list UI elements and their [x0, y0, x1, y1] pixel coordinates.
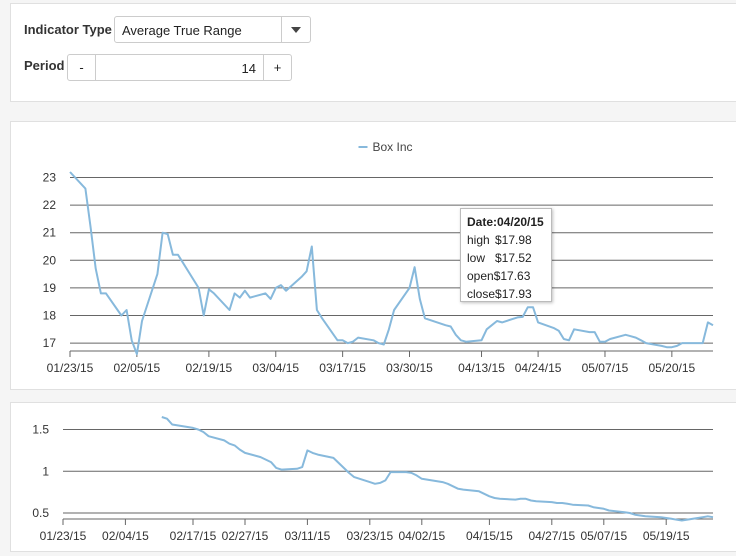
x-tick-label: 04/02/15 — [398, 529, 445, 543]
x-tick-label: 03/04/15 — [252, 361, 299, 375]
legend-label: Box Inc — [373, 140, 413, 154]
tooltip-low-row: low $17.52 — [467, 249, 545, 267]
x-tick-label: 05/20/15 — [648, 361, 695, 375]
indicator-controls-panel: Indicator Type Average True Range Period… — [10, 3, 736, 102]
tooltip-close-row: close$17.93 — [467, 285, 545, 303]
tooltip-low-label: low — [467, 251, 486, 265]
x-tick-label: 05/19/15 — [643, 529, 690, 543]
price-chart-panel: 17 18 19 20 21 22 23 01/23/15 02/05/15 02/19/15 03… — [10, 121, 736, 390]
y-tick-label: 22 — [43, 198, 57, 212]
tooltip-high-value: $17.98 — [495, 233, 532, 247]
data-tooltip: Date:04/20/15 high $17.98 low $17.52 open$… — [460, 208, 552, 302]
chevron-down-icon[interactable] — [281, 17, 310, 42]
x-tick-label: 02/27/15 — [222, 529, 269, 543]
y-tick-label: 1 — [42, 464, 49, 478]
indicator-type-select[interactable]: Average True Range — [114, 16, 311, 43]
indicator-chart-panel: 0.5 1 1.5 01/23/15 02/04/15 02/17/15 02/27/15 0… — [10, 402, 736, 552]
atr-line-chart: 0.5 1 1.5 01/23/15 02/04/15 02/17/15 02/27/15 0… — [32, 416, 714, 543]
indicator-type-value: Average True Range — [122, 23, 242, 38]
x-tick-label: 05/07/15 — [580, 529, 627, 543]
x-tick-label: 04/13/15 — [458, 361, 505, 375]
y-tick-label: 18 — [43, 309, 57, 323]
y-tick-label: 17 — [43, 336, 57, 350]
price-line-chart: 17 18 19 20 21 22 23 01/23/15 02/05/15 02/19/15 03… — [43, 140, 714, 375]
x-tick-label: 03/23/15 — [346, 529, 393, 543]
tooltip-close-label: close — [467, 287, 496, 301]
tooltip-open-row: open$17.63 — [467, 267, 545, 285]
x-tick-label: 02/17/15 — [170, 529, 217, 543]
tooltip-date: Date:04/20/15 — [467, 215, 544, 229]
period-label: Period — [24, 58, 65, 73]
period-stepper[interactable]: - 14 + — [67, 54, 292, 81]
tooltip-close-value: $17.93 — [495, 287, 532, 301]
x-tick-label: 04/27/15 — [528, 529, 575, 543]
tooltip-open-label: open — [467, 269, 494, 283]
indicator-type-label: Indicator Type — [24, 22, 112, 37]
series-line — [69, 171, 714, 356]
x-tick-label: 04/15/15 — [466, 529, 513, 543]
x-tick-label: 03/17/15 — [319, 361, 366, 375]
y-tick-label: 19 — [43, 281, 57, 295]
period-increment-button[interactable]: + — [263, 55, 291, 80]
y-tick-label: 23 — [43, 171, 57, 185]
y-tick-label: 0.5 — [32, 506, 49, 520]
tooltip-low-value: $17.52 — [495, 251, 532, 265]
x-tick-label: 03/30/15 — [386, 361, 433, 375]
x-tick-label: 02/05/15 — [114, 361, 161, 375]
y-tick-label: 20 — [43, 253, 57, 267]
x-tick-label: 01/23/15 — [40, 529, 87, 543]
x-tick-label: 05/07/15 — [582, 361, 629, 375]
x-tick-label: 01/23/15 — [47, 361, 94, 375]
tooltip-high-row: high $17.98 — [467, 231, 545, 249]
tooltip-open-value: $17.63 — [493, 269, 531, 283]
x-tick-label: 03/11/15 — [284, 529, 330, 543]
y-tick-label: 21 — [43, 226, 57, 240]
y-tick-label: 1.5 — [32, 423, 49, 437]
tooltip-high-label: high — [467, 233, 490, 247]
period-value[interactable]: 14 — [242, 61, 256, 76]
series-line — [161, 416, 714, 522]
x-tick-label: 04/24/15 — [515, 361, 562, 375]
period-decrement-button[interactable]: - — [68, 55, 96, 80]
x-tick-label: 02/04/15 — [102, 529, 149, 543]
x-tick-label: 02/19/15 — [186, 361, 233, 375]
